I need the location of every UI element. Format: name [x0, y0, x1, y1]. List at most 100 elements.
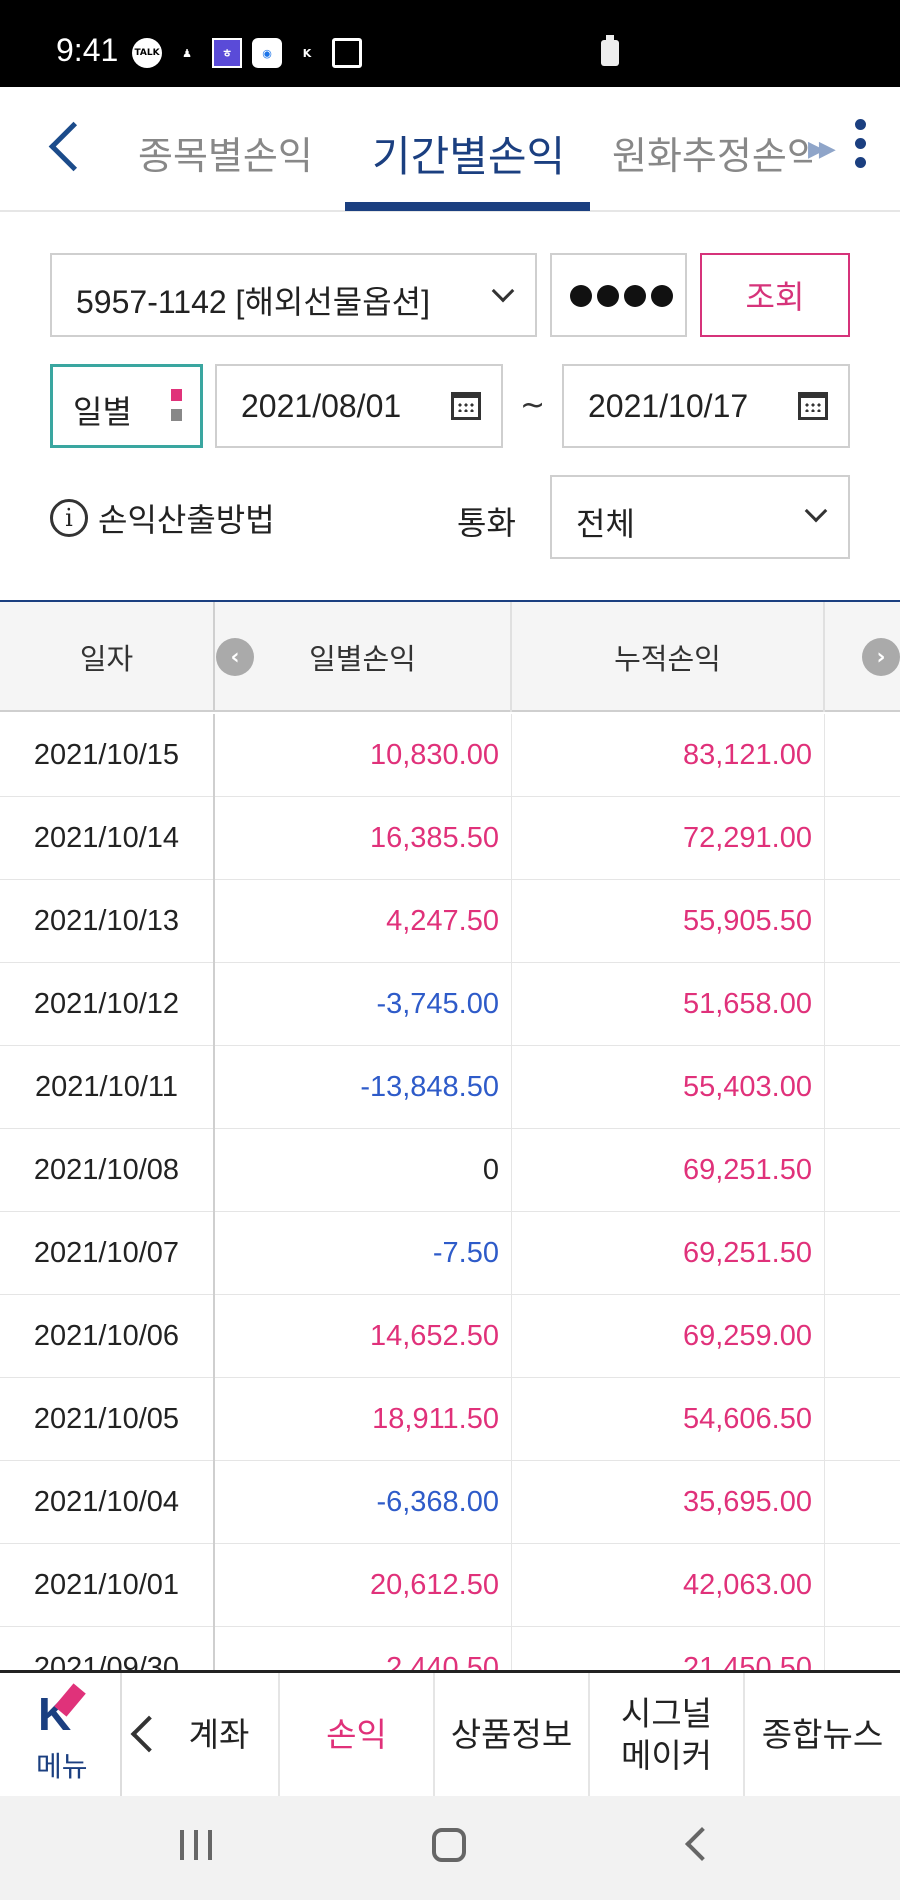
table-row[interactable]: 2021/09/30 2,440.50 21,450.50	[0, 1627, 900, 1670]
cell-date: 2021/10/12	[0, 963, 215, 1046]
chevron-down-icon	[804, 499, 828, 523]
cell-date: 2021/09/30	[0, 1627, 215, 1670]
cell-daily-pnl: -7.50	[215, 1212, 512, 1295]
cell-date: 2021/10/13	[0, 880, 215, 963]
period-select[interactable]: 일별	[50, 364, 203, 448]
cell-daily-pnl: 0	[215, 1129, 512, 1212]
table-body: 2021/10/15 10,830.00 83,121.00 2021/10/14 16…	[0, 714, 900, 1670]
nav-account[interactable]: 계좌	[160, 1673, 280, 1796]
table-row[interactable]: 2021/10/15 10,830.00 83,121.00	[0, 714, 900, 797]
chevron-down-icon	[491, 279, 515, 303]
cell-cumulative-pnl: 69,259.00	[512, 1295, 825, 1378]
active-tab-indicator	[345, 202, 590, 211]
talk-icon: TALK	[132, 38, 162, 68]
nav-back-icon[interactable]	[126, 1715, 156, 1755]
cell-date: 2021/10/11	[0, 1046, 215, 1129]
tab-scroll-arrow-icon[interactable]: ▶▶	[808, 137, 836, 162]
cell-cumulative-pnl: 69,251.50	[512, 1212, 825, 1295]
table-row[interactable]: 2021/10/12 -3,745.00 51,658.00	[0, 963, 900, 1046]
cell-cumulative-pnl: 72,291.00	[512, 797, 825, 880]
tab-period-pnl[interactable]: 기간별손익	[372, 123, 565, 184]
nav-signal-maker[interactable]: 시그널 메이커	[590, 1673, 745, 1796]
scroll-left-icon[interactable]: ‹	[216, 638, 254, 676]
system-nav-bar	[0, 1796, 900, 1900]
cell-daily-pnl: -3,745.00	[215, 963, 512, 1046]
cell-cumulative-pnl: 55,905.50	[512, 880, 825, 963]
vpn-icon: K	[302, 46, 312, 60]
menu-label: 메뉴	[36, 1750, 88, 1783]
scroll-right-icon[interactable]: ›	[862, 638, 900, 676]
cell-cumulative-pnl: 51,658.00	[512, 963, 825, 1046]
calendar-icon[interactable]	[798, 392, 828, 420]
maps-icon: ◉	[252, 38, 282, 68]
table-row[interactable]: 2021/10/07 -7.50 69,251.50	[0, 1212, 900, 1295]
header-date: 일자	[0, 602, 215, 712]
period-indicator-icon	[171, 389, 182, 401]
cell-daily-pnl: 18,911.50	[215, 1378, 512, 1461]
cell-date: 2021/10/14	[0, 797, 215, 880]
app-icon: ㅎ	[212, 38, 242, 68]
currency-label: 통화	[457, 504, 516, 542]
cell-date: 2021/10/04	[0, 1461, 215, 1544]
account-value: 5957-1142 [해외선물옵션]	[76, 284, 430, 320]
date-to-value: 2021/10/17	[588, 388, 749, 424]
calc-method-label: 손익산출방법	[98, 500, 275, 539]
cell-cumulative-pnl: 83,121.00	[512, 714, 825, 797]
info-icon: i	[50, 498, 88, 537]
password-field[interactable]	[550, 253, 687, 337]
currency-select[interactable]: 전체	[550, 475, 850, 559]
date-from-value: 2021/08/01	[241, 388, 402, 424]
header-daily-pnl: 일별손익	[215, 602, 512, 712]
cell-cumulative-pnl: 69,251.50	[512, 1129, 825, 1212]
menu-button[interactable]: K 메뉴	[0, 1673, 122, 1796]
battery-icon	[601, 35, 619, 66]
table-row[interactable]: 2021/10/01 20,612.50 42,063.00	[0, 1544, 900, 1627]
date-from-field[interactable]: 2021/08/01	[215, 364, 503, 448]
status-bar: 9:41 TALK ♟ ㅎ ◉ K	[0, 0, 900, 87]
table-row[interactable]: 2021/10/13 4,247.50 55,905.50	[0, 880, 900, 963]
recent-apps-icon[interactable]	[180, 1830, 212, 1860]
home-icon[interactable]	[432, 1828, 466, 1862]
more-options-icon[interactable]	[855, 119, 869, 175]
calc-method-link[interactable]: i 손익산출방법	[50, 495, 275, 540]
cell-daily-pnl: 14,652.50	[215, 1295, 512, 1378]
tab-krw-pnl[interactable]: 원화추정손익	[612, 125, 812, 180]
period-value: 일별	[73, 393, 132, 431]
password-dots	[570, 285, 673, 307]
cell-cumulative-pnl: 21,450.50	[512, 1627, 825, 1670]
table-row[interactable]: 2021/10/14 16,385.50 72,291.00	[0, 797, 900, 880]
status-icons: TALK ♟ ㅎ ◉ K	[132, 38, 362, 68]
back-icon[interactable]	[685, 1827, 719, 1861]
date-separator: ~	[520, 388, 546, 423]
cell-daily-pnl: -13,848.50	[215, 1046, 512, 1129]
cell-cumulative-pnl: 54,606.50	[512, 1378, 825, 1461]
date-to-field[interactable]: 2021/10/17	[562, 364, 850, 448]
nav-pnl[interactable]: 손익	[280, 1673, 435, 1796]
table-row[interactable]: 2021/10/05 18,911.50 54,606.50	[0, 1378, 900, 1461]
table-row[interactable]: 2021/10/11 -13,848.50 55,403.00	[0, 1046, 900, 1129]
cell-date: 2021/10/06	[0, 1295, 215, 1378]
period-indicator-icon-2	[171, 409, 182, 421]
status-time: 9:41	[56, 32, 119, 68]
nav-news[interactable]: 종합뉴스	[745, 1673, 900, 1796]
cell-date: 2021/10/08	[0, 1129, 215, 1212]
cell-daily-pnl: 4,247.50	[215, 880, 512, 963]
cell-date: 2021/10/15	[0, 714, 215, 797]
cell-daily-pnl: 20,612.50	[215, 1544, 512, 1627]
cell-cumulative-pnl: 55,403.00	[512, 1046, 825, 1129]
account-select[interactable]: 5957-1142 [해외선물옵션]	[50, 253, 537, 337]
query-button[interactable]: 조회	[700, 253, 850, 337]
calendar-icon[interactable]	[451, 392, 481, 420]
table-row[interactable]: 2021/10/08 0 69,251.50	[0, 1129, 900, 1212]
image-icon	[332, 38, 362, 68]
pnl-table: 일자 일별손익 누적손익 ‹ › 2021/10/15 10,830.00 83,1…	[0, 602, 900, 1670]
tabs-header: 종목별손익 기간별손익 원화추정손익 ▶▶	[0, 87, 900, 212]
table-row[interactable]: 2021/10/04 -6,368.00 35,695.00	[0, 1461, 900, 1544]
bottom-nav: K 메뉴 계좌 손익 상품정보 시그널 메이커 종합뉴스	[0, 1670, 900, 1796]
tab-item-pnl[interactable]: 종목별손익	[138, 125, 313, 180]
back-button[interactable]	[40, 115, 90, 175]
cell-daily-pnl: 2,440.50	[215, 1627, 512, 1670]
nav-product-info[interactable]: 상품정보	[435, 1673, 590, 1796]
table-row[interactable]: 2021/10/06 14,652.50 69,259.00	[0, 1295, 900, 1378]
currency-value: 전체	[576, 505, 635, 543]
